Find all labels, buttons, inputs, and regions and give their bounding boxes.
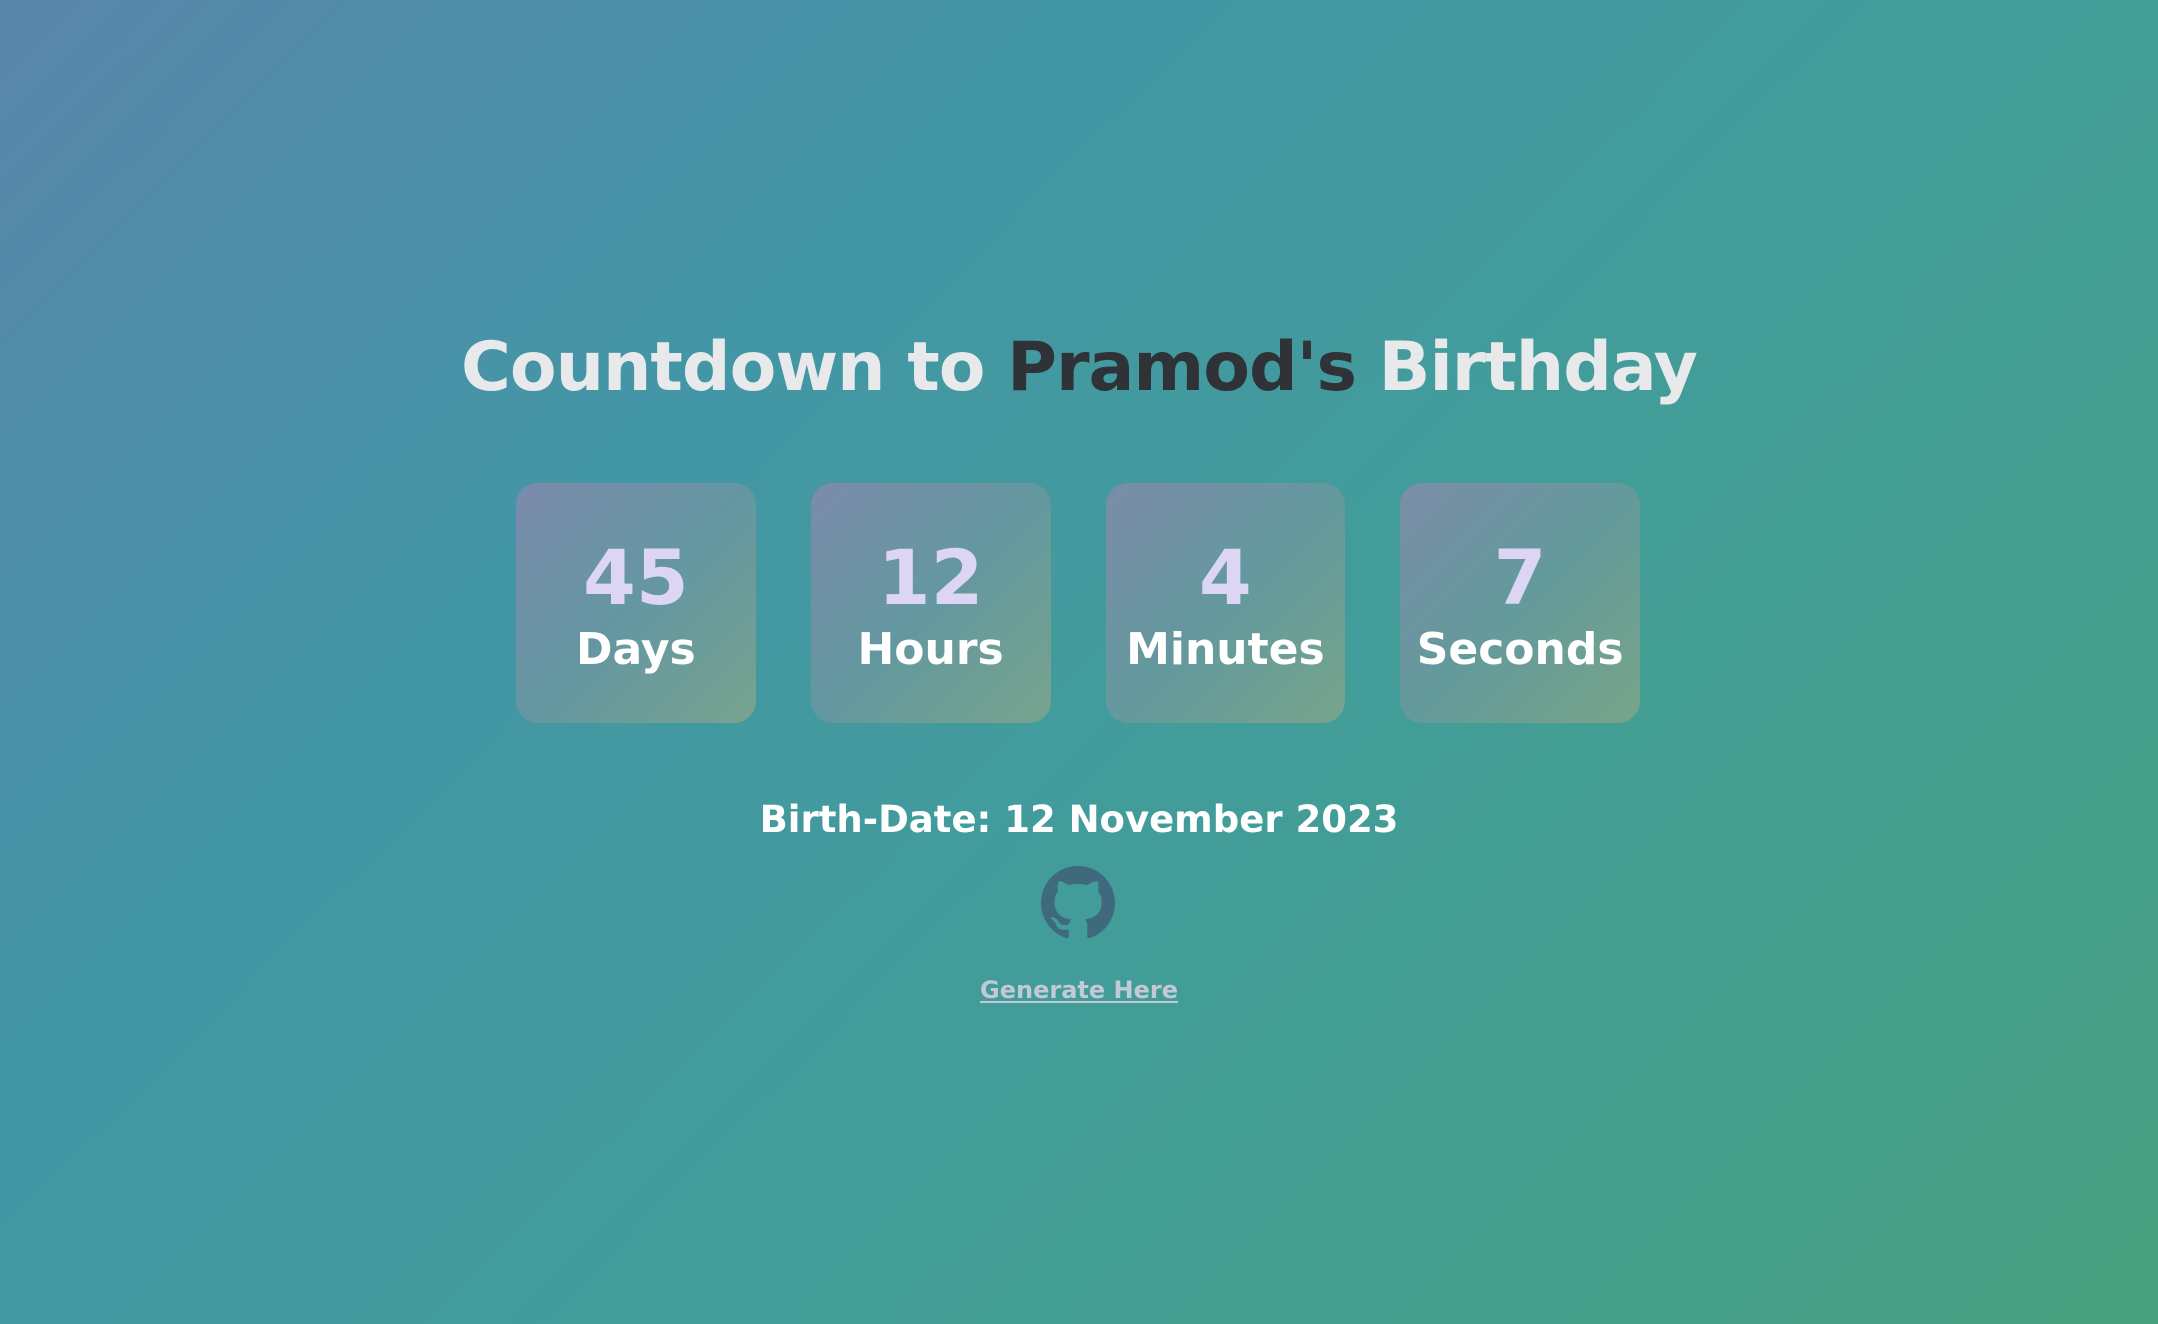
birth-date: Birth-Date: 12 November 2023: [759, 798, 1399, 841]
title-suffix: Birthday: [1355, 328, 1698, 407]
generate-here-link[interactable]: Generate Here: [980, 976, 1178, 1004]
countdown-card-hours: 12 Hours: [810, 483, 1051, 723]
generate-link-wrapper: Generate Here: [0, 974, 2158, 1006]
countdown-card-seconds: 7 Seconds: [1400, 483, 1640, 723]
countdown-card-minutes: 4 Minutes: [1105, 483, 1346, 723]
github-icon: [1041, 866, 1115, 939]
seconds-label: Seconds: [1416, 624, 1624, 675]
days-value: 45: [582, 533, 689, 622]
hours-value: 12: [877, 533, 984, 622]
github-link[interactable]: [1041, 866, 1115, 940]
minutes-label: Minutes: [1126, 624, 1325, 675]
countdown-page: Countdown to Pramod's Birthday 45 Days 1…: [0, 0, 2158, 1324]
countdown-cards: 45 Days 12 Hours 4 Minutes 7 Seconds: [516, 483, 1640, 723]
hours-label: Hours: [857, 624, 1004, 675]
title-name: Pramod's: [1007, 328, 1357, 407]
minutes-value: 4: [1198, 533, 1252, 622]
page-title: Countdown to Pramod's Birthday: [0, 318, 2158, 418]
seconds-value: 7: [1493, 533, 1547, 622]
days-label: Days: [576, 624, 696, 675]
title-prefix: Countdown to: [460, 328, 1008, 407]
countdown-card-days: 45 Days: [516, 483, 756, 723]
